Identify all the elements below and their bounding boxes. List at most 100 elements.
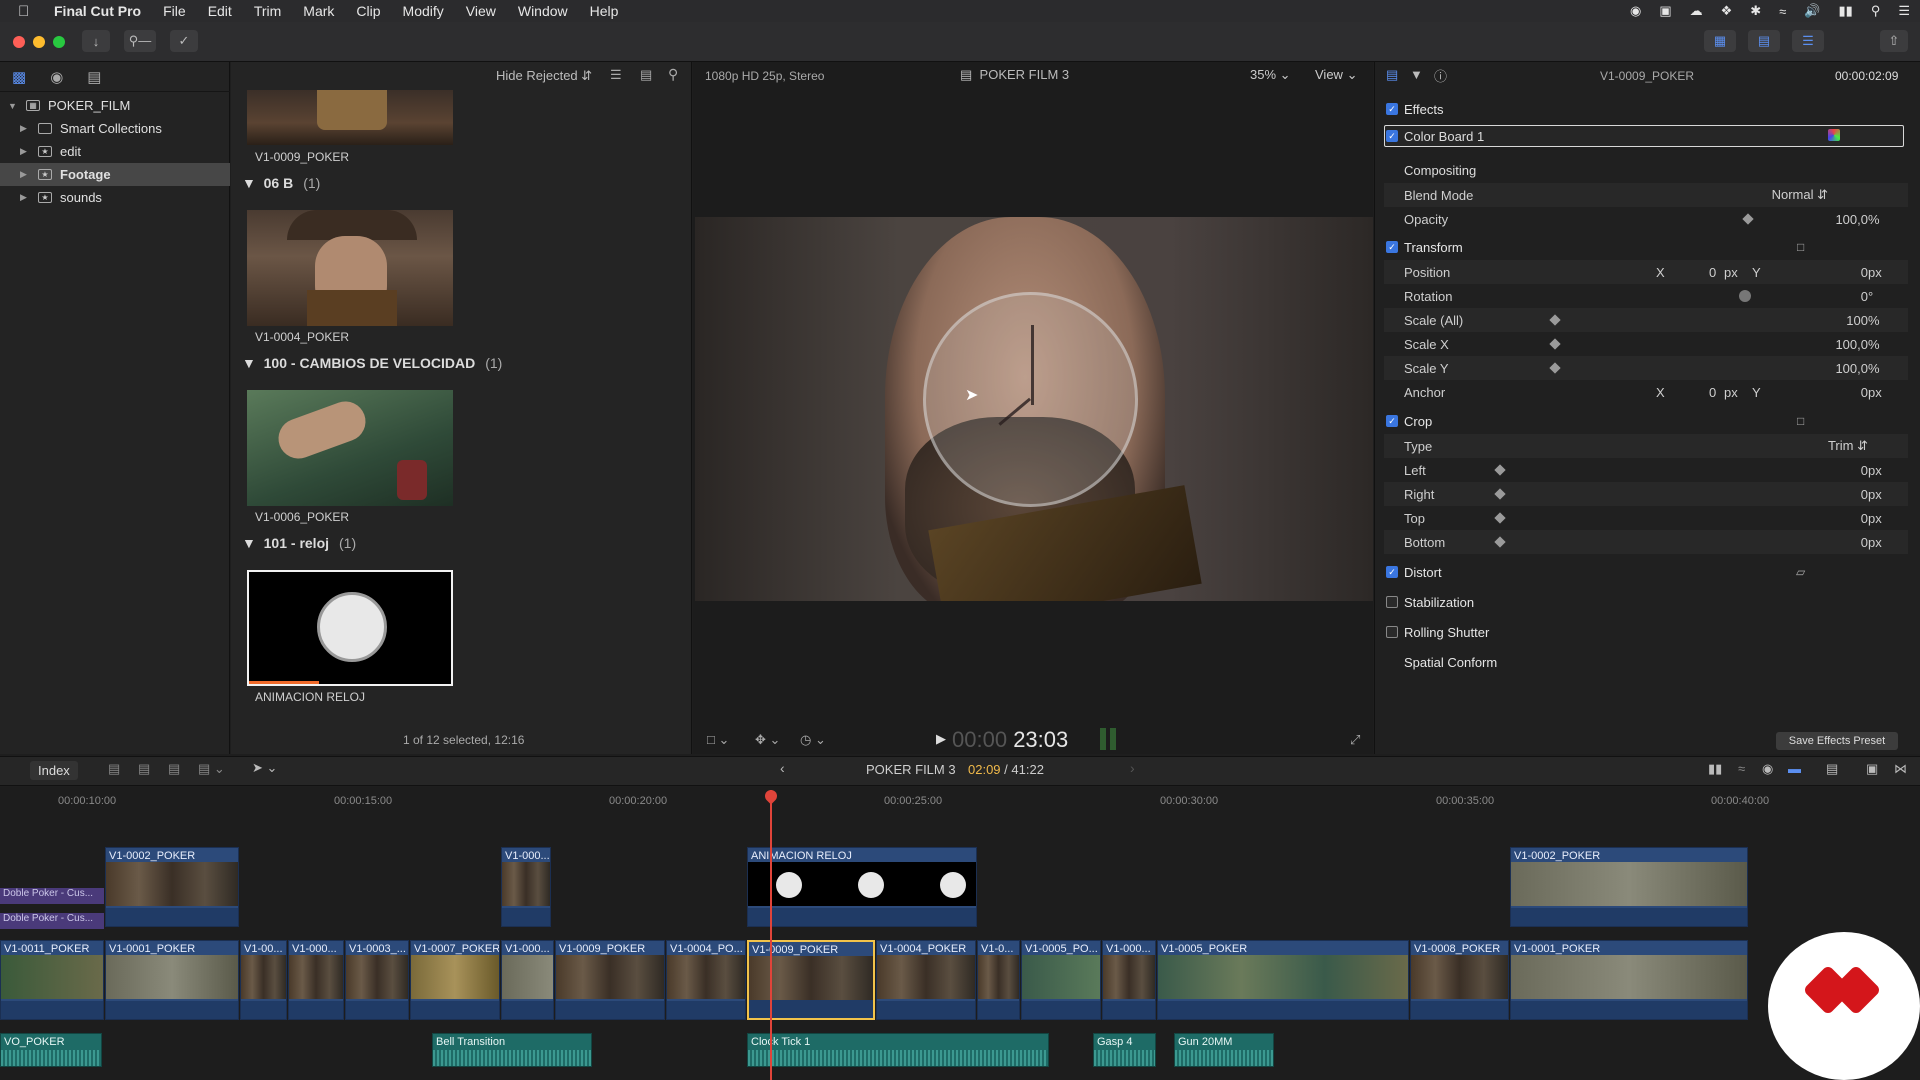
scale-y-value[interactable]: 100,0 [1835,361,1868,376]
storyline-clip[interactable]: V1-000... [1102,940,1156,1020]
index-button[interactable]: Index [30,761,78,780]
crop-section[interactable]: Crop [1404,414,1432,429]
hide-rejected-dropdown[interactable]: Hide Rejected ⇵ [496,68,592,84]
rotation-dial[interactable] [1739,290,1751,302]
scale-all-slider[interactable] [1549,314,1561,326]
volume-icon[interactable]: 🔊 [1804,3,1820,19]
storyline-clip[interactable]: V1-0001_POKER [1510,940,1748,1020]
clip-thumbnail[interactable] [247,90,453,145]
notification-icon[interactable]: ☰ [1898,3,1910,19]
storyline-clip[interactable]: V1-000... [501,940,554,1020]
distort-onscreen-icon[interactable]: ▱ [1796,565,1805,579]
cloud-icon[interactable]: ☁ [1690,3,1703,19]
connected-clip[interactable]: ANIMACION RELOJ [747,847,977,927]
titles-icon[interactable]: ▤ [87,68,101,86]
storyline-clip[interactable]: V1-0004_PO... [666,940,746,1020]
transform-tool-icon[interactable]: ✥ ⌄ [755,732,780,748]
audio-clip[interactable]: Clock Tick 1 [747,1033,1049,1067]
disclosure-closed-icon[interactable]: ▶ [20,192,34,203]
crop-left-slider[interactable] [1494,464,1506,476]
audio-skimming-icon[interactable]: ≈ [1738,761,1745,776]
menu-modify[interactable]: Modify [403,3,444,19]
zoom-dropdown[interactable]: 35% ⌄ [1250,67,1291,83]
skimming-icon[interactable]: ▮▮ [1708,761,1722,777]
menu-clip[interactable]: Clip [356,3,380,19]
overwrite-clip-icon[interactable]: ▤ ⌄ [198,761,225,777]
audio-clip[interactable]: Gun 20MM [1174,1033,1274,1067]
storyline-clip[interactable]: V1-0008_POKER [1410,940,1509,1020]
scale-y-slider[interactable] [1549,362,1561,374]
clip-appearance-icon[interactable]: ▤ [640,67,652,83]
disclosure-open-icon[interactable]: ▼ [8,101,22,111]
spatial-conform-section[interactable]: Spatial Conform [1404,655,1497,670]
insert-clip-icon[interactable]: ▤ [138,761,150,777]
append-clip-icon[interactable]: ▤ [168,761,180,777]
menu-window[interactable]: Window [518,3,568,19]
storyline-clip[interactable]: V1-000... [288,940,344,1020]
storyline-clip[interactable]: V1-0007_POKER [410,940,500,1020]
distort-checkbox[interactable]: ✓ [1386,566,1398,578]
rotation-value[interactable]: 0 [1861,289,1868,304]
speed-icon[interactable]: ◷ ⌄ [800,732,826,748]
crop-checkbox[interactable]: ✓ [1386,415,1398,427]
connect-clip-icon[interactable]: ▤ [108,761,120,777]
clip-thumbnail-selected[interactable] [247,570,453,686]
transform-section[interactable]: Transform [1404,240,1463,255]
inspector-toggle-icon[interactable]: ☰ [1792,30,1824,52]
playhead[interactable] [770,790,772,1080]
save-effects-preset-button[interactable]: Save Effects Preset [1776,732,1898,750]
disclosure-closed-icon[interactable]: ▶ [20,123,34,134]
clip-thumbnail[interactable] [247,210,453,326]
opacity-value[interactable]: 100,0 [1835,212,1868,227]
color-board-checkbox[interactable]: ✓ [1386,130,1398,142]
menu-mark[interactable]: Mark [303,3,334,19]
import-icon[interactable]: ↓ [82,30,110,52]
storyline-clip[interactable]: V1-0011_POKER [0,940,104,1020]
connected-clip[interactable]: V1-0002_POKER [105,847,239,927]
clip-thumbnail[interactable] [247,390,453,506]
blend-mode-select[interactable]: Normal ⇵ [1772,187,1828,203]
dropbox-icon[interactable]: ❖ [1721,3,1733,19]
crop-onscreen-icon[interactable]: □ [1797,414,1804,428]
bluetooth-icon[interactable]: ✱ [1750,3,1761,19]
storyline-clip[interactable]: V1-00... [240,940,287,1020]
menu-view[interactable]: View [466,3,496,19]
close-window-button[interactable] [13,36,25,48]
menu-file[interactable]: File [163,3,186,19]
storyline-clip[interactable]: V1-0004_POKER [876,940,976,1020]
list-view-icon[interactable]: ☰ [610,67,622,83]
rolling-shutter-section[interactable]: Rolling Shutter [1404,625,1489,640]
play-button[interactable]: ▶ [936,731,946,747]
anchor-y-value[interactable]: 0 [1861,385,1868,400]
menu-edit[interactable]: Edit [208,3,232,19]
storyline-clip[interactable]: V1-0... [977,940,1020,1020]
photos-icon[interactable]: ◉ [50,68,63,86]
effects-browser-icon[interactable]: ▣ [1866,761,1878,777]
snapping-icon[interactable]: ▬ [1788,761,1801,776]
library-item-sounds[interactable]: ▶ ★ sounds [0,186,230,209]
fullscreen-icon[interactable]: ⤢ [1350,732,1360,748]
crop-top-value[interactable]: 0 [1861,511,1868,526]
position-x-value[interactable]: 0 [1709,265,1716,280]
battery-icon[interactable]: ▮▮ [1839,3,1853,19]
connected-clip[interactable]: V1-000... [501,847,551,927]
share-icon[interactable]: ⇧ [1880,30,1908,52]
transform-onscreen-icon[interactable]: □ [1797,240,1804,254]
crop-right-slider[interactable] [1494,488,1506,500]
crop-bottom-value[interactable]: 0 [1861,535,1868,550]
menu-help[interactable]: Help [590,3,619,19]
video-frame[interactable] [695,217,1373,601]
scale-all-value[interactable]: 100 [1846,313,1868,328]
audio-clip[interactable]: Gasp 4 [1093,1033,1156,1067]
audio-clip[interactable]: Bell Transition [432,1033,592,1067]
connected-clip[interactable]: V1-0002_POKER [1510,847,1748,927]
view-dropdown[interactable]: View ⌄ [1315,67,1357,83]
display-icon[interactable]: ▣ [1659,3,1671,19]
select-tool-icon[interactable]: ➤ ⌄ [252,760,277,776]
crop-type-select[interactable]: Trim ⇵ [1828,438,1868,454]
group-header[interactable]: ▼ 100 - CAMBIOS DE VELOCIDAD (1) [242,355,502,371]
transitions-browser-icon[interactable]: ⋈ [1894,761,1907,777]
storyline-clip[interactable]: V1-0009_POKER [555,940,665,1020]
crop-left-value[interactable]: 0 [1861,463,1868,478]
library-item-edit[interactable]: ▶ ★ edit [0,140,230,163]
